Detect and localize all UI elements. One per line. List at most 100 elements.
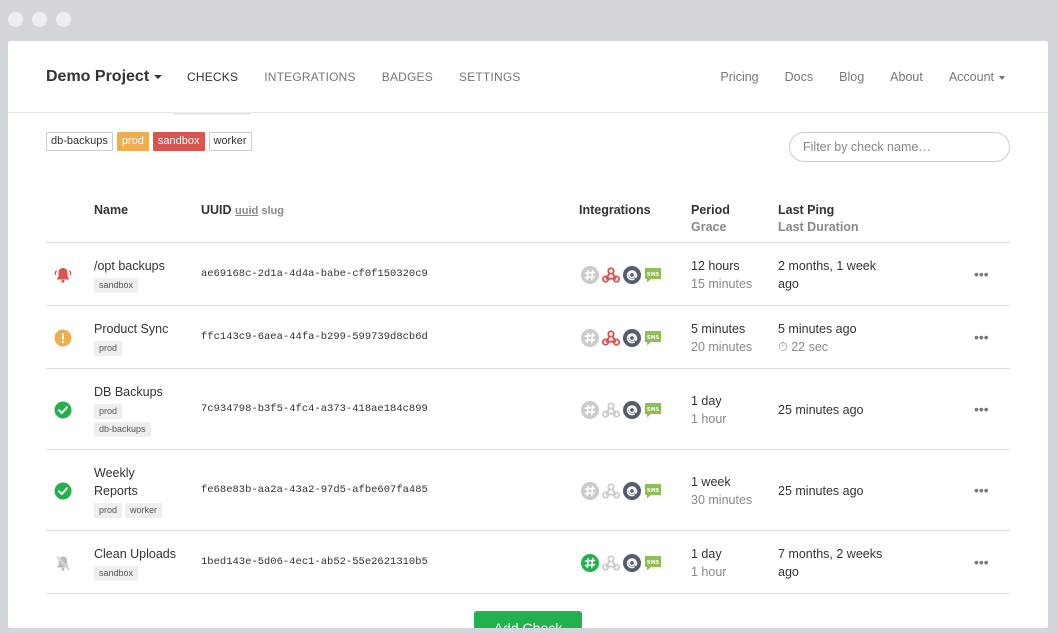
slack-icon[interactable] <box>581 554 599 572</box>
slack-icon[interactable] <box>581 266 599 284</box>
uuid-toggle[interactable]: uuid <box>235 205 258 217</box>
header-period-label: Period <box>691 203 730 217</box>
email-icon[interactable] <box>623 401 641 419</box>
email-icon[interactable] <box>623 482 641 500</box>
email-icon[interactable] <box>623 329 641 347</box>
check-row[interactable]: Product Sync prod ffc143c9-6aea-44fa-b299… <box>46 306 1010 369</box>
nav-badges[interactable]: BADGES <box>369 41 446 113</box>
period-cell[interactable]: 1 day 1 hour <box>691 545 726 581</box>
status-grace-icon <box>54 329 72 347</box>
last-ping-value: 25 minutes ago <box>778 403 864 417</box>
webhook-icon[interactable] <box>602 482 620 500</box>
check-row[interactable]: /opt backups sandbox ae69168c-2d1a-4d4a-b… <box>46 243 1010 306</box>
check-name-cell[interactable]: Clean Uploads sandbox <box>94 545 176 581</box>
more-options-icon[interactable]: ••• <box>974 267 989 281</box>
header-last-duration-label: Last Duration <box>778 220 859 234</box>
integrations-cell: SMS <box>581 482 662 500</box>
check-uuid[interactable]: ffc143c9-6aea-44fa-b299-599739d8cb6d <box>201 331 428 343</box>
more-options-icon[interactable]: ••• <box>974 330 989 344</box>
nav-settings[interactable]: SETTINGS <box>446 41 534 113</box>
project-selector[interactable]: Demo Project <box>46 68 163 86</box>
svg-text:SMS: SMS <box>647 272 660 278</box>
more-options-icon[interactable]: ••• <box>974 555 989 569</box>
check-tag: worker <box>125 503 163 518</box>
webhook-icon[interactable] <box>602 401 620 419</box>
nav-pricing[interactable]: Pricing <box>707 41 771 113</box>
last-ping-cell: 7 months, 2 weeks ago <box>778 545 888 581</box>
tag-filter-db-backups[interactable]: db-backups <box>46 132 113 151</box>
sms-icon[interactable]: SMS <box>644 401 662 419</box>
check-row[interactable]: Weekly Reports prod worker fe68e83b-aa2a-4… <box>46 450 1010 531</box>
status-up-icon <box>54 482 72 500</box>
check-name: Weekly Reports <box>94 466 138 498</box>
filter-checks-input[interactable] <box>789 132 1010 162</box>
period-cell[interactable]: 12 hours 15 minutes <box>691 257 752 293</box>
period-cell[interactable]: 1 week 30 minutes <box>691 473 752 509</box>
nav-blog[interactable]: Blog <box>826 41 877 113</box>
svg-text:SMS: SMS <box>647 560 660 566</box>
window-controls <box>8 12 71 27</box>
check-tag: sandbox <box>94 566 139 581</box>
svg-text:SMS: SMS <box>647 488 660 494</box>
check-name-cell[interactable]: /opt backups sandbox <box>94 257 165 293</box>
tag-filter-prod[interactable]: prod <box>116 132 149 151</box>
slack-icon[interactable] <box>581 401 599 419</box>
caret-down-icon <box>154 74 163 79</box>
period-cell[interactable]: 1 day 1 hour <box>691 392 726 428</box>
last-ping-value: 25 minutes ago <box>778 484 864 498</box>
integrations-cell: SMS <box>581 266 662 284</box>
more-options-icon[interactable]: ••• <box>974 402 989 416</box>
check-name: Clean Uploads <box>94 547 176 561</box>
email-icon[interactable] <box>623 554 641 572</box>
header-period: Period Grace <box>691 203 730 234</box>
header-last-ping: Last Ping Last Duration <box>778 203 859 234</box>
sms-icon[interactable]: SMS <box>644 482 662 500</box>
tag-filter-sandbox[interactable]: sandbox <box>152 132 205 151</box>
nav-integrations[interactable]: INTEGRATIONS <box>251 41 369 113</box>
check-uuid[interactable]: ae69168c-2d1a-4d4a-babe-cf0f150320c9 <box>201 268 428 280</box>
add-check-button[interactable]: Add Check <box>474 611 582 628</box>
last-ping-cell: 5 minutes ago ⏱ 22 sec <box>778 320 898 356</box>
email-icon[interactable] <box>623 266 641 284</box>
period-value: 1 day <box>691 547 722 561</box>
nav-checks[interactable]: CHECKS <box>174 41 252 115</box>
check-uuid[interactable]: 1bed143e-5d06-4ec1-ab52-55e2621310b5 <box>201 556 428 568</box>
webhook-icon[interactable] <box>602 554 620 572</box>
last-ping-cell: 25 minutes ago <box>778 401 898 419</box>
more-options-icon[interactable]: ••• <box>974 483 989 497</box>
svg-text:SMS: SMS <box>647 407 660 413</box>
tag-filter-worker[interactable]: worker <box>208 132 252 151</box>
last-ping-cell: 2 months, 1 week ago <box>778 257 888 293</box>
minimize-window-dot[interactable] <box>32 12 47 27</box>
slack-icon[interactable] <box>581 329 599 347</box>
grace-value: 1 hour <box>691 412 727 426</box>
close-window-dot[interactable] <box>8 12 23 27</box>
tag-filter-bar: db-backups prod sandbox worker <box>46 132 252 151</box>
check-name: DB Backups <box>94 385 163 399</box>
account-menu[interactable]: Account <box>936 41 1018 113</box>
slug-toggle[interactable]: slug <box>261 205 284 217</box>
check-row[interactable]: Clean Uploads sandbox 1bed143e-5d06-4ec1-… <box>46 531 1010 594</box>
check-uuid[interactable]: fe68e83b-aa2a-43a2-97d5-afbe607fa485 <box>201 484 428 496</box>
check-tag: db-backups <box>94 422 151 437</box>
period-cell[interactable]: 5 minutes 20 minutes <box>691 320 752 356</box>
check-tag: sandbox <box>94 278 139 293</box>
main-nav: CHECKS INTEGRATIONS BADGES SETTINGS <box>174 41 534 115</box>
sms-icon[interactable]: SMS <box>644 266 662 284</box>
slack-icon[interactable] <box>581 482 599 500</box>
header-integrations: Integrations <box>579 203 651 217</box>
nav-about[interactable]: About <box>877 41 936 113</box>
check-uuid[interactable]: 7c934798-b3f5-4fc4-a373-418ae184c899 <box>201 403 428 415</box>
nav-docs[interactable]: Docs <box>772 41 826 113</box>
maximize-window-dot[interactable] <box>56 12 71 27</box>
check-name-cell[interactable]: Product Sync prod <box>94 320 168 356</box>
header-uuid: UUID uuid slug <box>201 203 284 217</box>
check-row[interactable]: DB Backups prod db-backups 7c934798-b3f5-4… <box>46 369 1010 450</box>
sms-icon[interactable]: SMS <box>644 329 662 347</box>
check-name-cell[interactable]: Weekly Reports prod worker <box>94 464 165 518</box>
webhook-icon[interactable] <box>602 266 620 284</box>
webhook-icon[interactable] <box>602 329 620 347</box>
sms-icon[interactable]: SMS <box>644 554 662 572</box>
check-name-cell[interactable]: DB Backups prod db-backups <box>94 383 163 437</box>
period-value: 5 minutes <box>691 322 746 336</box>
